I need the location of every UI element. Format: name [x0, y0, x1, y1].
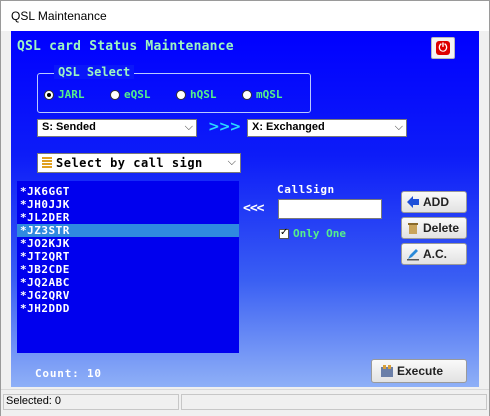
chevron-down-icon: ⌵	[227, 155, 236, 168]
list-item[interactable]: *JH2DDD	[17, 302, 239, 315]
add-button-label: ADD	[423, 195, 449, 209]
ac-button[interactable]: A.C.	[401, 243, 467, 265]
page-title: QSL card Status Maintenance	[17, 39, 234, 54]
power-button[interactable]: ⏻	[431, 37, 455, 59]
list-item[interactable]: *JQ2ABC	[17, 276, 239, 289]
list-item[interactable]: *JH0JJK	[17, 198, 239, 211]
radio-dot-icon	[176, 89, 186, 100]
radio-eqsl[interactable]: eQSL	[110, 88, 151, 101]
status-to-value: X: Exchanged	[252, 121, 325, 133]
window-title: QSL Maintenance	[11, 9, 107, 23]
callsign-listbox[interactable]: *JK6GGT *JH0JJK *JL2DER *JZ3STR *JO2KJK …	[17, 181, 239, 353]
power-icon: ⏻	[436, 41, 450, 55]
radio-dot-icon	[242, 89, 252, 100]
radio-label: eQSL	[124, 88, 151, 101]
list-item[interactable]: *JL2DER	[17, 211, 239, 224]
status-text: Selected: 0	[6, 395, 62, 407]
status-cell-2	[181, 394, 487, 410]
delete-button[interactable]: Delete	[401, 217, 467, 239]
ac-button-label: A.C.	[423, 247, 447, 261]
status-from-select[interactable]: S: Sended ⌵	[37, 119, 197, 137]
radio-mqsl[interactable]: mQSL	[242, 88, 283, 101]
edit-icon	[406, 247, 420, 261]
radio-label: mQSL	[256, 88, 283, 101]
status-to-select[interactable]: X: Exchanged ⌵	[247, 119, 407, 137]
only-one-checkbox[interactable]: Only One	[279, 227, 346, 240]
select-mode-value: Select by call sign	[56, 156, 203, 170]
only-one-label: Only One	[293, 227, 346, 240]
title-bar: QSL Maintenance	[1, 1, 489, 31]
app-window: QSL Maintenance QSL card Status Maintena…	[0, 0, 490, 416]
radio-jarl[interactable]: JARL	[44, 88, 85, 101]
qsl-select-group: QSL Select JARL eQSL hQSL mQSL	[37, 65, 311, 113]
add-button[interactable]: ADD	[401, 191, 467, 213]
count-label: Count: 10	[35, 367, 102, 380]
main-panel: QSL card Status Maintenance ⏻ QSL Select…	[11, 31, 479, 387]
chevron-down-icon: ⌵	[184, 120, 193, 133]
execute-button-label: Execute	[397, 364, 444, 378]
list-item[interactable]: *JK6GGT	[17, 185, 239, 198]
checkbox-icon	[279, 227, 289, 239]
list-item[interactable]: *JG2QRV	[17, 289, 239, 302]
list-item[interactable]: *JT2QRT	[17, 250, 239, 263]
radio-dot-icon	[110, 89, 120, 100]
list-item[interactable]: *JO2KJK	[17, 237, 239, 250]
radio-label: JARL	[58, 88, 85, 101]
list-item-selected[interactable]: *JZ3STR	[17, 224, 239, 237]
status-bar	[1, 389, 489, 416]
list-item[interactable]: *JB2CDE	[17, 263, 239, 276]
status-arrow: >>>	[208, 119, 241, 135]
delete-button-label: Delete	[423, 221, 460, 235]
qsl-select-label: QSL Select	[54, 65, 135, 79]
radio-hqsl[interactable]: hQSL	[176, 88, 217, 101]
callsign-arrows: <<<	[243, 201, 265, 216]
trash-icon	[406, 221, 420, 235]
radio-label: hQSL	[190, 88, 217, 101]
chevron-down-icon: ⌵	[394, 120, 403, 133]
execute-button[interactable]: Execute	[371, 359, 467, 383]
arrow-left-icon	[406, 195, 420, 209]
list-icon	[42, 157, 52, 169]
callsign-label: CallSign	[277, 183, 335, 196]
select-mode-dropdown[interactable]: Select by call sign ⌵	[37, 153, 241, 173]
radio-dot-icon	[44, 89, 54, 100]
execute-icon	[380, 364, 394, 378]
status-from-value: S: Sended	[42, 121, 96, 133]
callsign-input[interactable]	[278, 199, 382, 219]
